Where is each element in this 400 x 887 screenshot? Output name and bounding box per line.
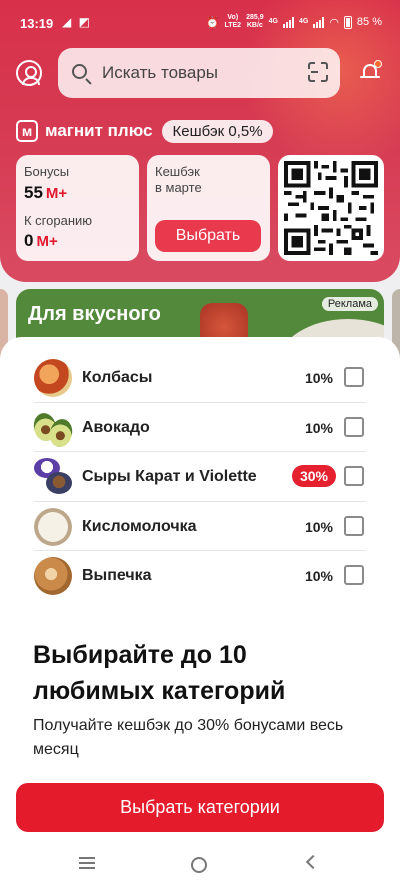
notification-dot: [374, 60, 382, 68]
category-name: Сыры Карат и Violette: [82, 468, 257, 485]
category-checkbox[interactable]: [344, 515, 364, 536]
category-row-pastry[interactable]: Выпечка 10%: [34, 551, 366, 601]
status-bar: 13:19 ◢ ◩ ⏰ Vo) LTE2 285,9 KB/c 4G 4G ◠ …: [0, 0, 400, 46]
qr-card[interactable]: [278, 155, 384, 261]
choose-button[interactable]: Выбрать: [155, 220, 261, 252]
category-checkbox[interactable]: [344, 466, 364, 486]
category-checkbox[interactable]: [344, 367, 364, 387]
avocado-icon: [31, 409, 76, 449]
wifi-icon: ◠: [329, 16, 339, 29]
banner-title: Для вкусного: [28, 303, 161, 325]
profile-icon[interactable]: [16, 60, 42, 86]
cheese-icon: [34, 458, 72, 496]
pastry-icon: [34, 557, 72, 595]
loyalty-name: магнит плюс: [45, 121, 153, 140]
bonus-label: Бонусы: [24, 164, 70, 179]
battery-level: 85 %: [356, 16, 382, 28]
sausage-icon: [34, 359, 72, 397]
status-right: ⏰ Vo) LTE2 285,9 KB/c 4G 4G ◠ 85 %: [206, 14, 382, 30]
network-speed: 285,9 KB/c: [246, 14, 264, 29]
signal-icon: [282, 16, 294, 28]
header-area: 13:19 ◢ ◩ ⏰ Vo) LTE2 285,9 KB/c 4G 4G ◠ …: [0, 0, 400, 282]
expire-label: К сгоранию: [24, 213, 93, 228]
category-row-cheese[interactable]: Сыры Карат и Violette 30%: [34, 452, 366, 502]
bonus-currency: М+: [45, 185, 68, 202]
category-checkbox[interactable]: [344, 416, 364, 437]
loyalty-row[interactable]: м магнит плюс Кешбэк 0,5%: [16, 118, 273, 144]
category-row-sausages[interactable]: Колбасы 10%: [34, 353, 366, 403]
magnit-plus-logo-icon: м: [16, 120, 38, 142]
home-icon[interactable]: [191, 857, 207, 873]
barcode-scan-icon[interactable]: [308, 62, 328, 82]
search-bar[interactable]: Искать товары: [58, 48, 340, 98]
category-checkbox[interactable]: [344, 565, 364, 585]
expire-value: 0 М+: [24, 231, 58, 250]
category-percent-highlight: 30%: [291, 465, 336, 487]
search-icon: [72, 64, 87, 79]
category-percent: 10%: [304, 419, 333, 436]
cottage-cheese-icon: [34, 507, 72, 546]
alarm-icon: ⏰: [205, 16, 220, 29]
sheet-headline: Выбирайте до 10 любимых категорий: [33, 641, 286, 705]
system-nav-bar: [0, 843, 400, 887]
search-placeholder: Искать товары: [102, 63, 218, 82]
battery-icon: [343, 15, 352, 29]
volte-indicator: Vo) LTE2: [224, 14, 242, 29]
category-percent: 10%: [304, 568, 333, 584]
sheet-subline: Получайте кешбэк до 30% бонусами весь ме…: [33, 717, 344, 758]
category-percent: 10%: [304, 518, 333, 535]
notification-icons: ◢ ◩: [62, 15, 92, 29]
signal-icon-2: [313, 16, 325, 28]
category-percent: 10%: [304, 370, 333, 386]
category-name: Кисломолочка: [82, 517, 197, 535]
category-name: Авокадо: [82, 418, 150, 436]
qr-code-icon: [284, 161, 378, 255]
expire-currency: М+: [36, 233, 58, 250]
categories-bottom-sheet: Колбасы 10% Авокадо 10% Сыры Карат и Vio…: [0, 337, 400, 887]
network-type-2: 4G: [298, 18, 309, 25]
category-name: Выпечка: [82, 567, 152, 584]
recent-apps-icon[interactable]: [79, 857, 95, 869]
bonus-card[interactable]: Бонусы 55 М+ К сгоранию 0 М+: [16, 155, 139, 261]
notifications-bell-icon[interactable]: [360, 60, 382, 82]
category-row-dairy[interactable]: Кисломолочка 10%: [34, 502, 366, 551]
bonus-value: 55 М+: [24, 183, 68, 202]
cashback-card[interactable]: Кешбэк в марте Выбрать: [147, 155, 270, 261]
network-type-1: 4G: [268, 18, 278, 25]
cashback-badge[interactable]: Кешбэк 0,5%: [162, 119, 273, 143]
category-row-avocado[interactable]: Авокадо 10%: [31, 403, 366, 452]
category-list: Колбасы 10% Авокадо 10% Сыры Карат и Vio…: [31, 353, 366, 601]
status-time: 13:19: [20, 16, 54, 31]
ad-label: Реклама: [321, 297, 378, 311]
choose-categories-button[interactable]: Выбрать категории: [16, 783, 384, 832]
back-icon[interactable]: [305, 854, 321, 870]
category-name: Колбасы: [82, 369, 153, 386]
cashback-month-label: Кешбэк в марте: [155, 164, 202, 195]
